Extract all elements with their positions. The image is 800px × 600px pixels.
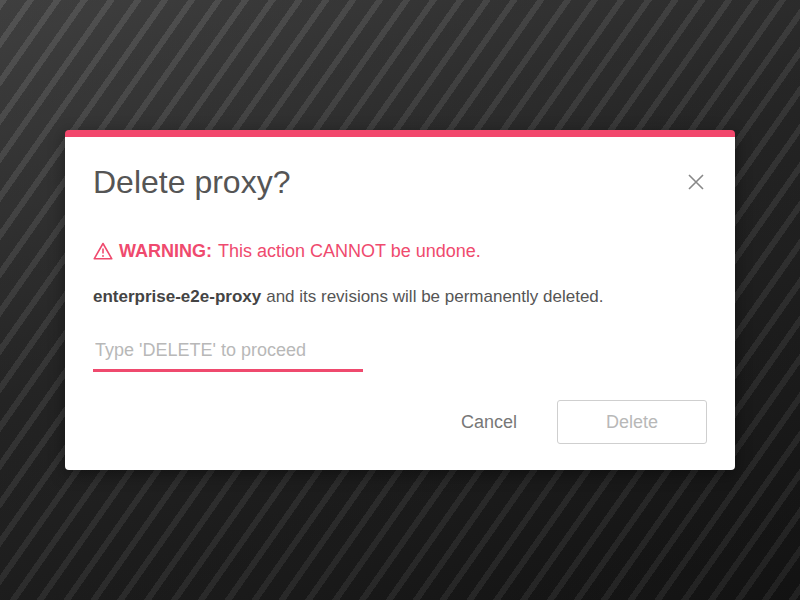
description: enterprise-e2e-proxyand its revisions wi… bbox=[93, 286, 707, 308]
description-text: and its revisions will be permanently de… bbox=[266, 286, 603, 308]
confirm-input[interactable] bbox=[93, 332, 363, 369]
warning-label: WARNING: bbox=[119, 240, 212, 262]
cancel-button[interactable]: Cancel bbox=[451, 402, 527, 443]
delete-button[interactable]: Delete bbox=[557, 400, 707, 444]
dialog-actions: Cancel Delete bbox=[93, 400, 707, 444]
page: Delete proxy? WARNING: This action CANNOT … bbox=[0, 0, 800, 600]
dialog-title: Delete proxy? bbox=[93, 162, 290, 202]
resource-name: enterprise-e2e-proxy bbox=[93, 286, 261, 308]
confirm-field bbox=[93, 332, 363, 372]
warning-icon bbox=[93, 242, 113, 260]
delete-dialog: Delete proxy? WARNING: This action CANNOT … bbox=[65, 130, 735, 470]
dialog-header: Delete proxy? bbox=[93, 162, 707, 202]
close-icon[interactable] bbox=[687, 173, 705, 191]
warning-line: WARNING: This action CANNOT be undone. bbox=[93, 240, 707, 262]
warning-message: This action CANNOT be undone. bbox=[218, 240, 481, 262]
